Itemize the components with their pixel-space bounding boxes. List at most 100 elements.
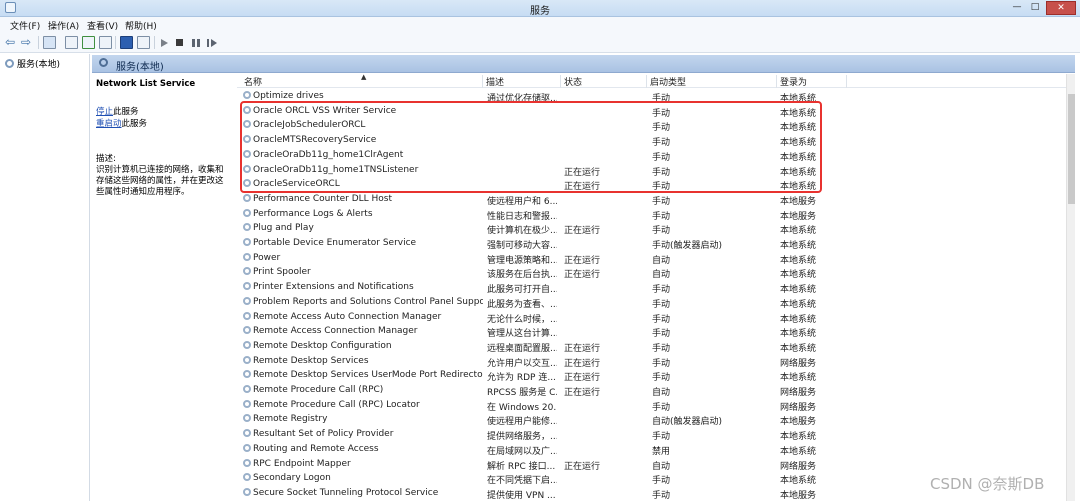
restart-service-action: 重启动此服务 [96,117,147,129]
menu-file[interactable]: 文件(F) [10,19,40,32]
service-log-on-as: 网络服务 [780,402,817,413]
title-bar: 服务 — □ ✕ [0,0,1080,17]
service-row[interactable]: Remote Procedure Call (RPC) Locator 在 Win… [237,398,837,413]
properties-icon[interactable] [65,36,78,49]
service-row[interactable]: Remote Access Auto Connection Manager 无论什… [237,310,837,325]
help-icon[interactable] [120,36,133,49]
service-row[interactable]: Remote Desktop Services UserMode Port Re… [237,368,837,384]
service-row[interactable]: Remote Registry 使远程用户能修... 自动(触发器启动) 本地服务 [237,412,837,428]
menu-bar: 文件(F) 操作(A) 查看(V) 帮助(H) [0,17,1080,32]
service-startup-type: 自动(触发器启动) [652,417,723,428]
service-startup-type: 手动 [652,343,671,354]
service-gear-icon [243,238,251,246]
service-gear-icon [243,429,251,438]
service-row[interactable]: Printer Extensions and Notifications 此服务可… [237,280,837,296]
service-row[interactable]: Performance Logs & Alerts 性能日志和警报... 手动 本地服… [237,207,837,222]
service-gear-icon [243,370,251,379]
restart-service-icon[interactable] [207,39,217,47]
close-button[interactable]: ✕ [1046,1,1076,15]
refresh-icon[interactable] [82,36,95,49]
service-gear-icon [243,355,251,364]
service-row[interactable]: Remote Desktop Services 允许用户以交互... 正在运行 手动 网… [237,354,837,369]
menu-view[interactable]: 查看(V) [87,19,118,32]
service-row[interactable]: Resultant Set of Policy Provider 提供网络服务，.… [237,427,837,443]
service-row[interactable]: Remote Access Connection Manager 管理从这台计算.… [237,324,837,340]
service-startup-type: 手动 [652,373,671,384]
service-row[interactable]: Print Spooler 该服务在后台执... 正在运行 自动 本地系统 [237,265,837,281]
forward-arrow-icon[interactable]: ⇨ [21,36,34,49]
service-row[interactable]: Remote Procedure Call (RPC) RPCSS 服务是 C..… [237,383,837,398]
service-name: Optimize drives [243,91,483,101]
service-startup-type: 手动 [652,329,671,340]
service-name: Problem Reports and Solutions Control Pa… [243,296,483,307]
service-row[interactable]: Plug and Play 使计算机在极少... 正在运行 手动 本地系统 [237,221,837,237]
service-row[interactable]: RPC Endpoint Mapper 解析 RPC 接口... 正在运行 自动 网络服… [237,457,837,472]
service-row[interactable]: Portable Device Enumerator Service 强制可移动大… [237,236,837,251]
service-log-on-as: 本地服务 [780,490,817,501]
restart-link[interactable]: 重启动 [96,119,122,129]
service-startup-type: 自动 [652,270,671,281]
column-header-status[interactable]: 状态 [561,75,647,88]
action-pane-icon[interactable] [137,36,150,49]
service-log-on-as: 本地服务 [780,417,817,428]
service-description: 管理电源策略和... [487,255,557,266]
service-row[interactable]: Secondary Logon 在不同凭据下启... 手动 本地系统 [237,471,837,487]
show-hide-console-tree-icon[interactable] [43,36,56,49]
service-gear-icon [243,414,251,423]
tree-node-services-local[interactable]: 服务(本地) [5,57,60,70]
service-log-on-as: 本地系统 [780,255,817,266]
service-description: 允许为 RDP 连... [487,373,556,384]
back-arrow-icon[interactable]: ⇦ [5,36,18,49]
column-header-description[interactable]: 描述 [483,75,561,88]
service-name: Power [243,252,483,263]
service-startup-type: 自动 [652,255,671,266]
service-startup-type: 手动 [652,226,671,237]
service-startup-type: 手动 [652,358,671,369]
service-description: 远程桌面配置服... [487,343,557,354]
service-startup-type: 手动 [652,432,671,443]
service-status: 正在运行 [564,343,601,354]
service-log-on-as: 本地系统 [780,314,817,325]
menu-action[interactable]: 操作(A) [48,19,79,32]
scrollbar-thumb[interactable] [1068,94,1075,204]
service-startup-type: 手动 [652,314,671,325]
service-log-on-as: 本地系统 [780,270,817,281]
service-startup-type: 手动 [652,285,671,296]
service-log-on-as: 网络服务 [780,461,817,472]
tree-node-label: 服务(本地) [17,60,61,70]
service-description: 在 Windows 20... [487,402,557,413]
service-row[interactable]: Secure Socket Tunneling Protocol Service… [237,486,837,501]
column-header-name[interactable]: 名称 ▲ [241,74,483,88]
service-gear-icon [243,385,251,393]
service-gear-icon [243,443,251,452]
pane-title: 服务(本地) [116,62,164,73]
service-log-on-as: 本地系统 [780,343,817,354]
service-description: 使计算机在极少... [487,226,557,237]
start-service-icon[interactable] [161,39,168,47]
export-list-icon[interactable] [99,36,112,49]
menu-help[interactable]: 帮助(H) [125,19,157,32]
stop-link[interactable]: 停止 [96,107,113,117]
service-log-on-as: 本地系统 [780,432,817,443]
service-row[interactable]: Power 管理电源策略和... 正在运行 自动 本地系统 [237,251,837,266]
service-row[interactable]: Performance Counter DLL Host 使远程用户和 6... 手… [237,192,837,207]
service-description: 在不同凭据下启... [487,476,557,487]
maximize-button[interactable]: □ [1026,1,1044,15]
column-header-log-on-as[interactable]: 登录为 [777,75,847,88]
service-row[interactable]: Remote Desktop Configuration 远程桌面配置服... 正在… [237,339,837,354]
service-log-on-as: 本地服务 [780,196,817,207]
service-name: Secure Socket Tunneling Protocol Service [243,487,483,498]
toolbar: ⇦ ⇨ [0,32,1080,53]
column-header-startup-type[interactable]: 启动类型 [647,75,777,88]
minimize-button[interactable]: — [1008,1,1026,15]
gear-icon [99,58,108,67]
pause-service-icon[interactable] [192,39,200,47]
stop-service-icon[interactable] [176,39,183,46]
service-gear-icon [243,193,251,202]
service-name: Remote Access Auto Connection Manager [243,311,483,322]
pane-header: 服务(本地) [92,55,1075,73]
service-gear-icon [243,267,251,276]
service-row[interactable]: Routing and Remote Access 在局域网以及广... 禁用 本地系… [237,442,837,457]
service-row[interactable]: Problem Reports and Solutions Control Pa… [237,295,837,310]
vertical-scrollbar[interactable] [1066,74,1075,501]
